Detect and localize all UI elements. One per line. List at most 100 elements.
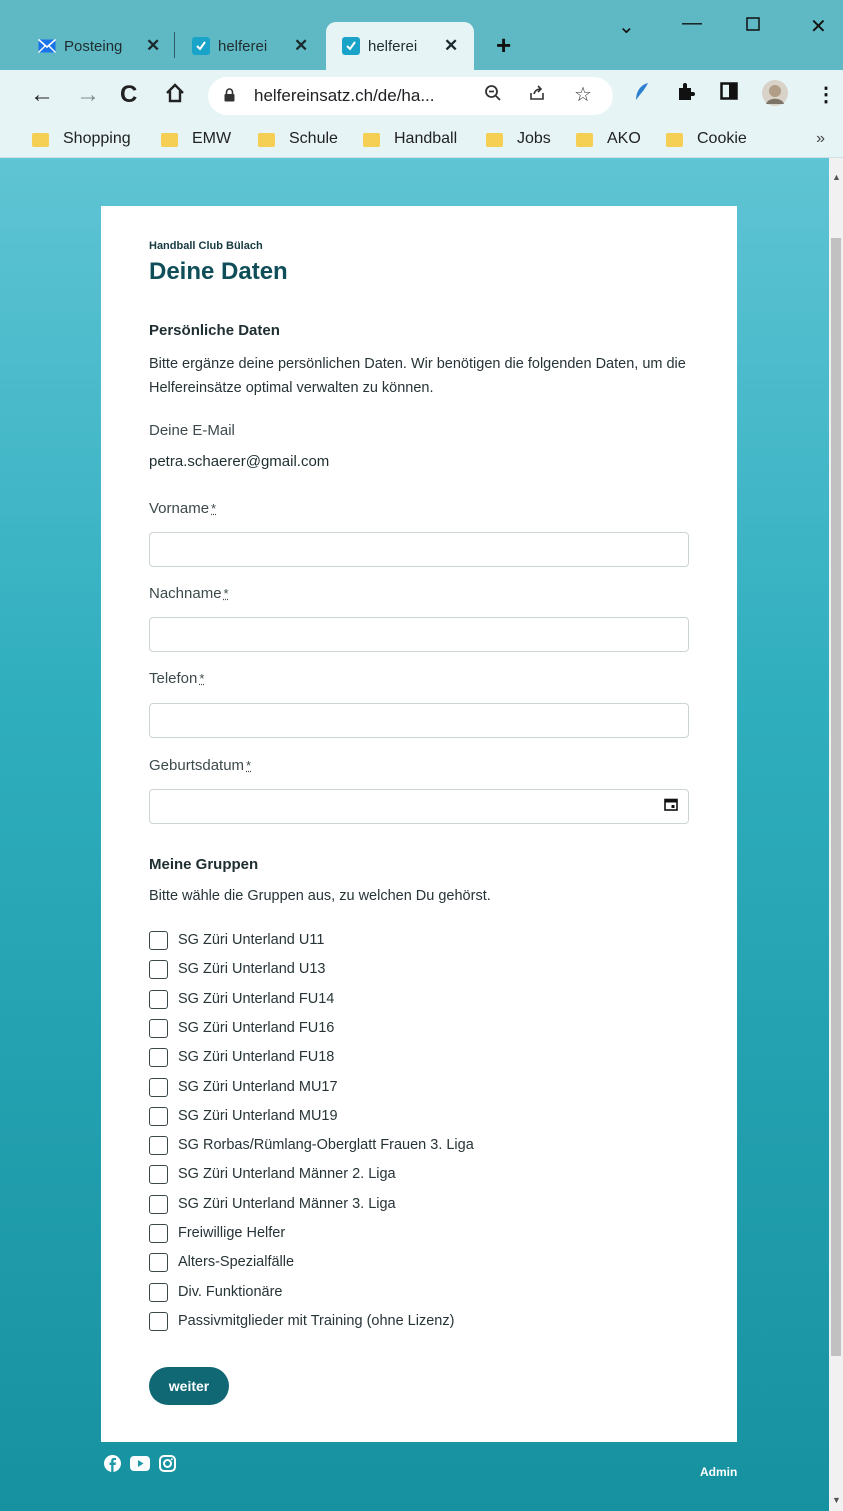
group-option[interactable]: SG Züri Unterland U13 (149, 959, 325, 979)
group-checkbox[interactable] (149, 930, 168, 950)
close-tab-icon[interactable]: ✕ (294, 36, 308, 56)
bookmark-cookie[interactable]: Cookie (666, 130, 747, 148)
folder-icon (576, 133, 593, 147)
bookmark-jobs[interactable]: Jobs (486, 130, 551, 148)
share-icon[interactable] (528, 84, 546, 107)
folder-icon (486, 133, 503, 147)
group-label: SG Züri Unterland MU19 (178, 1108, 338, 1124)
required-marker: * (211, 501, 217, 516)
facebook-icon[interactable] (104, 1455, 121, 1477)
group-option[interactable]: Passivmitglieder mit Training (ohne Lize… (149, 1311, 454, 1331)
vertical-scrollbar[interactable]: ▲ ▼ (829, 158, 843, 1511)
calendar-icon[interactable] (664, 797, 678, 811)
club-name: Handball Club Bülach (149, 240, 263, 252)
group-label: Div. Funktionäre (178, 1284, 283, 1300)
address-bar[interactable]: helfereinsatz.ch/de/ha... ☆ (208, 77, 613, 115)
group-option[interactable]: SG Züri Unterland MU19 (149, 1106, 338, 1126)
group-label: SG Züri Unterland MU17 (178, 1079, 338, 1095)
feather-extension-icon[interactable] (634, 82, 650, 108)
folder-icon (258, 133, 275, 147)
bookmark-shopping[interactable]: Shopping (32, 130, 131, 148)
bookmark-handball[interactable]: Handball (363, 130, 457, 148)
group-checkbox[interactable] (149, 1194, 168, 1214)
firstname-label-text: Vorname (149, 500, 210, 517)
zoom-icon[interactable] (484, 84, 502, 107)
address-toolbar: ← → C helfereinsatz.ch/de/ha... ☆ ⋮ (0, 70, 843, 122)
menu-icon[interactable]: ⋮ (816, 82, 836, 107)
bookmark-star-icon[interactable]: ☆ (574, 82, 592, 107)
group-checkbox[interactable] (149, 1077, 168, 1097)
group-checkbox[interactable] (149, 1106, 168, 1126)
group-checkbox[interactable] (149, 1164, 168, 1184)
group-option[interactable]: SG Züri Unterland FU18 (149, 1047, 334, 1067)
group-option[interactable]: SG Züri Unterland Männer 2. Liga (149, 1164, 396, 1184)
profile-avatar[interactable] (762, 80, 788, 112)
back-icon[interactable]: ← (30, 80, 54, 110)
group-checkbox[interactable] (149, 1135, 168, 1155)
group-option[interactable]: Freiwillige Helfer (149, 1223, 285, 1243)
folder-icon (666, 133, 683, 147)
lastname-label-text: Nachname (149, 585, 222, 602)
group-checkbox[interactable] (149, 1018, 168, 1038)
helfereinsatz-icon (342, 37, 360, 55)
reload-icon[interactable]: C (120, 80, 137, 110)
group-checkbox[interactable] (149, 959, 168, 979)
group-option[interactable]: SG Züri Unterland U11 (149, 930, 324, 950)
group-checkbox[interactable] (149, 1252, 168, 1272)
tab-helfereinsatz-1[interactable]: helferei ✕ (192, 22, 320, 70)
phone-label: Telefon * (149, 670, 204, 687)
close-tab-icon[interactable]: ✕ (146, 36, 160, 56)
group-option[interactable]: SG Rorbas/Rümlang-Oberglatt Frauen 3. Li… (149, 1135, 474, 1155)
bookmarks-overflow-button[interactable]: » (816, 130, 825, 148)
tab-posteingang[interactable]: Posteing ✕ (38, 22, 174, 70)
extensions-icon[interactable] (676, 82, 696, 108)
group-option[interactable]: Alters-Spezialfälle (149, 1252, 294, 1272)
new-tab-button[interactable]: + (496, 32, 511, 58)
phone-input[interactable] (149, 703, 689, 738)
group-option[interactable]: SG Züri Unterland MU17 (149, 1077, 338, 1097)
tab-search-icon[interactable]: ⌄ (618, 14, 635, 39)
browser-title-bar: Posteing ✕ helferei ✕ helferei ✕ + ⌄ — ✕ (0, 0, 843, 70)
bookmark-schule[interactable]: Schule (258, 130, 338, 148)
url-text: helfereinsatz.ch/de/ha... (254, 86, 435, 105)
scroll-down-icon[interactable]: ▼ (832, 1495, 841, 1505)
group-option[interactable]: Div. Funktionäre (149, 1282, 283, 1302)
group-option[interactable]: SG Züri Unterland FU14 (149, 989, 334, 1009)
group-option[interactable]: SG Züri Unterland FU16 (149, 1018, 334, 1038)
close-tab-icon[interactable]: ✕ (444, 36, 458, 56)
birthdate-input[interactable] (149, 789, 689, 824)
youtube-icon[interactable] (130, 1456, 150, 1476)
admin-link[interactable]: Admin (700, 1465, 737, 1479)
minimize-icon[interactable]: — (682, 12, 702, 35)
tab-title: Posteing (64, 37, 123, 55)
group-checkbox[interactable] (149, 1047, 168, 1067)
weiter-button[interactable]: weiter (149, 1367, 229, 1405)
group-option[interactable]: SG Züri Unterland Männer 3. Liga (149, 1194, 396, 1214)
group-checkbox[interactable] (149, 989, 168, 1009)
lastname-label: Nachname * (149, 585, 229, 602)
lastname-input[interactable] (149, 617, 689, 652)
instagram-icon[interactable] (159, 1455, 176, 1477)
bookmark-label: Handball (394, 130, 458, 147)
side-panel-icon[interactable] (720, 82, 738, 106)
group-checkbox[interactable] (149, 1311, 168, 1331)
maximize-icon[interactable] (746, 14, 760, 37)
scrollbar-thumb[interactable] (831, 238, 841, 1356)
firstname-input[interactable] (149, 532, 689, 567)
close-window-icon[interactable]: ✕ (810, 14, 827, 39)
group-label: Passivmitglieder mit Training (ohne Lize… (178, 1313, 455, 1329)
bookmark-ako[interactable]: AKO (576, 130, 641, 148)
group-label: Freiwillige Helfer (178, 1225, 286, 1241)
scroll-up-icon[interactable]: ▲ (832, 172, 841, 182)
group-checkbox[interactable] (149, 1282, 168, 1302)
required-marker: * (246, 758, 252, 773)
tab-title: helferei (218, 37, 268, 55)
forward-icon[interactable]: → (76, 80, 100, 110)
mail-icon (38, 37, 56, 55)
home-icon[interactable] (164, 82, 186, 112)
group-checkbox[interactable] (149, 1223, 168, 1243)
tab-helfereinsatz-active[interactable]: helferei ✕ (326, 22, 474, 70)
group-label: SG Züri Unterland FU14 (178, 991, 335, 1007)
bookmark-emw[interactable]: EMW (161, 130, 231, 148)
bookmark-label: Cookie (697, 130, 747, 147)
